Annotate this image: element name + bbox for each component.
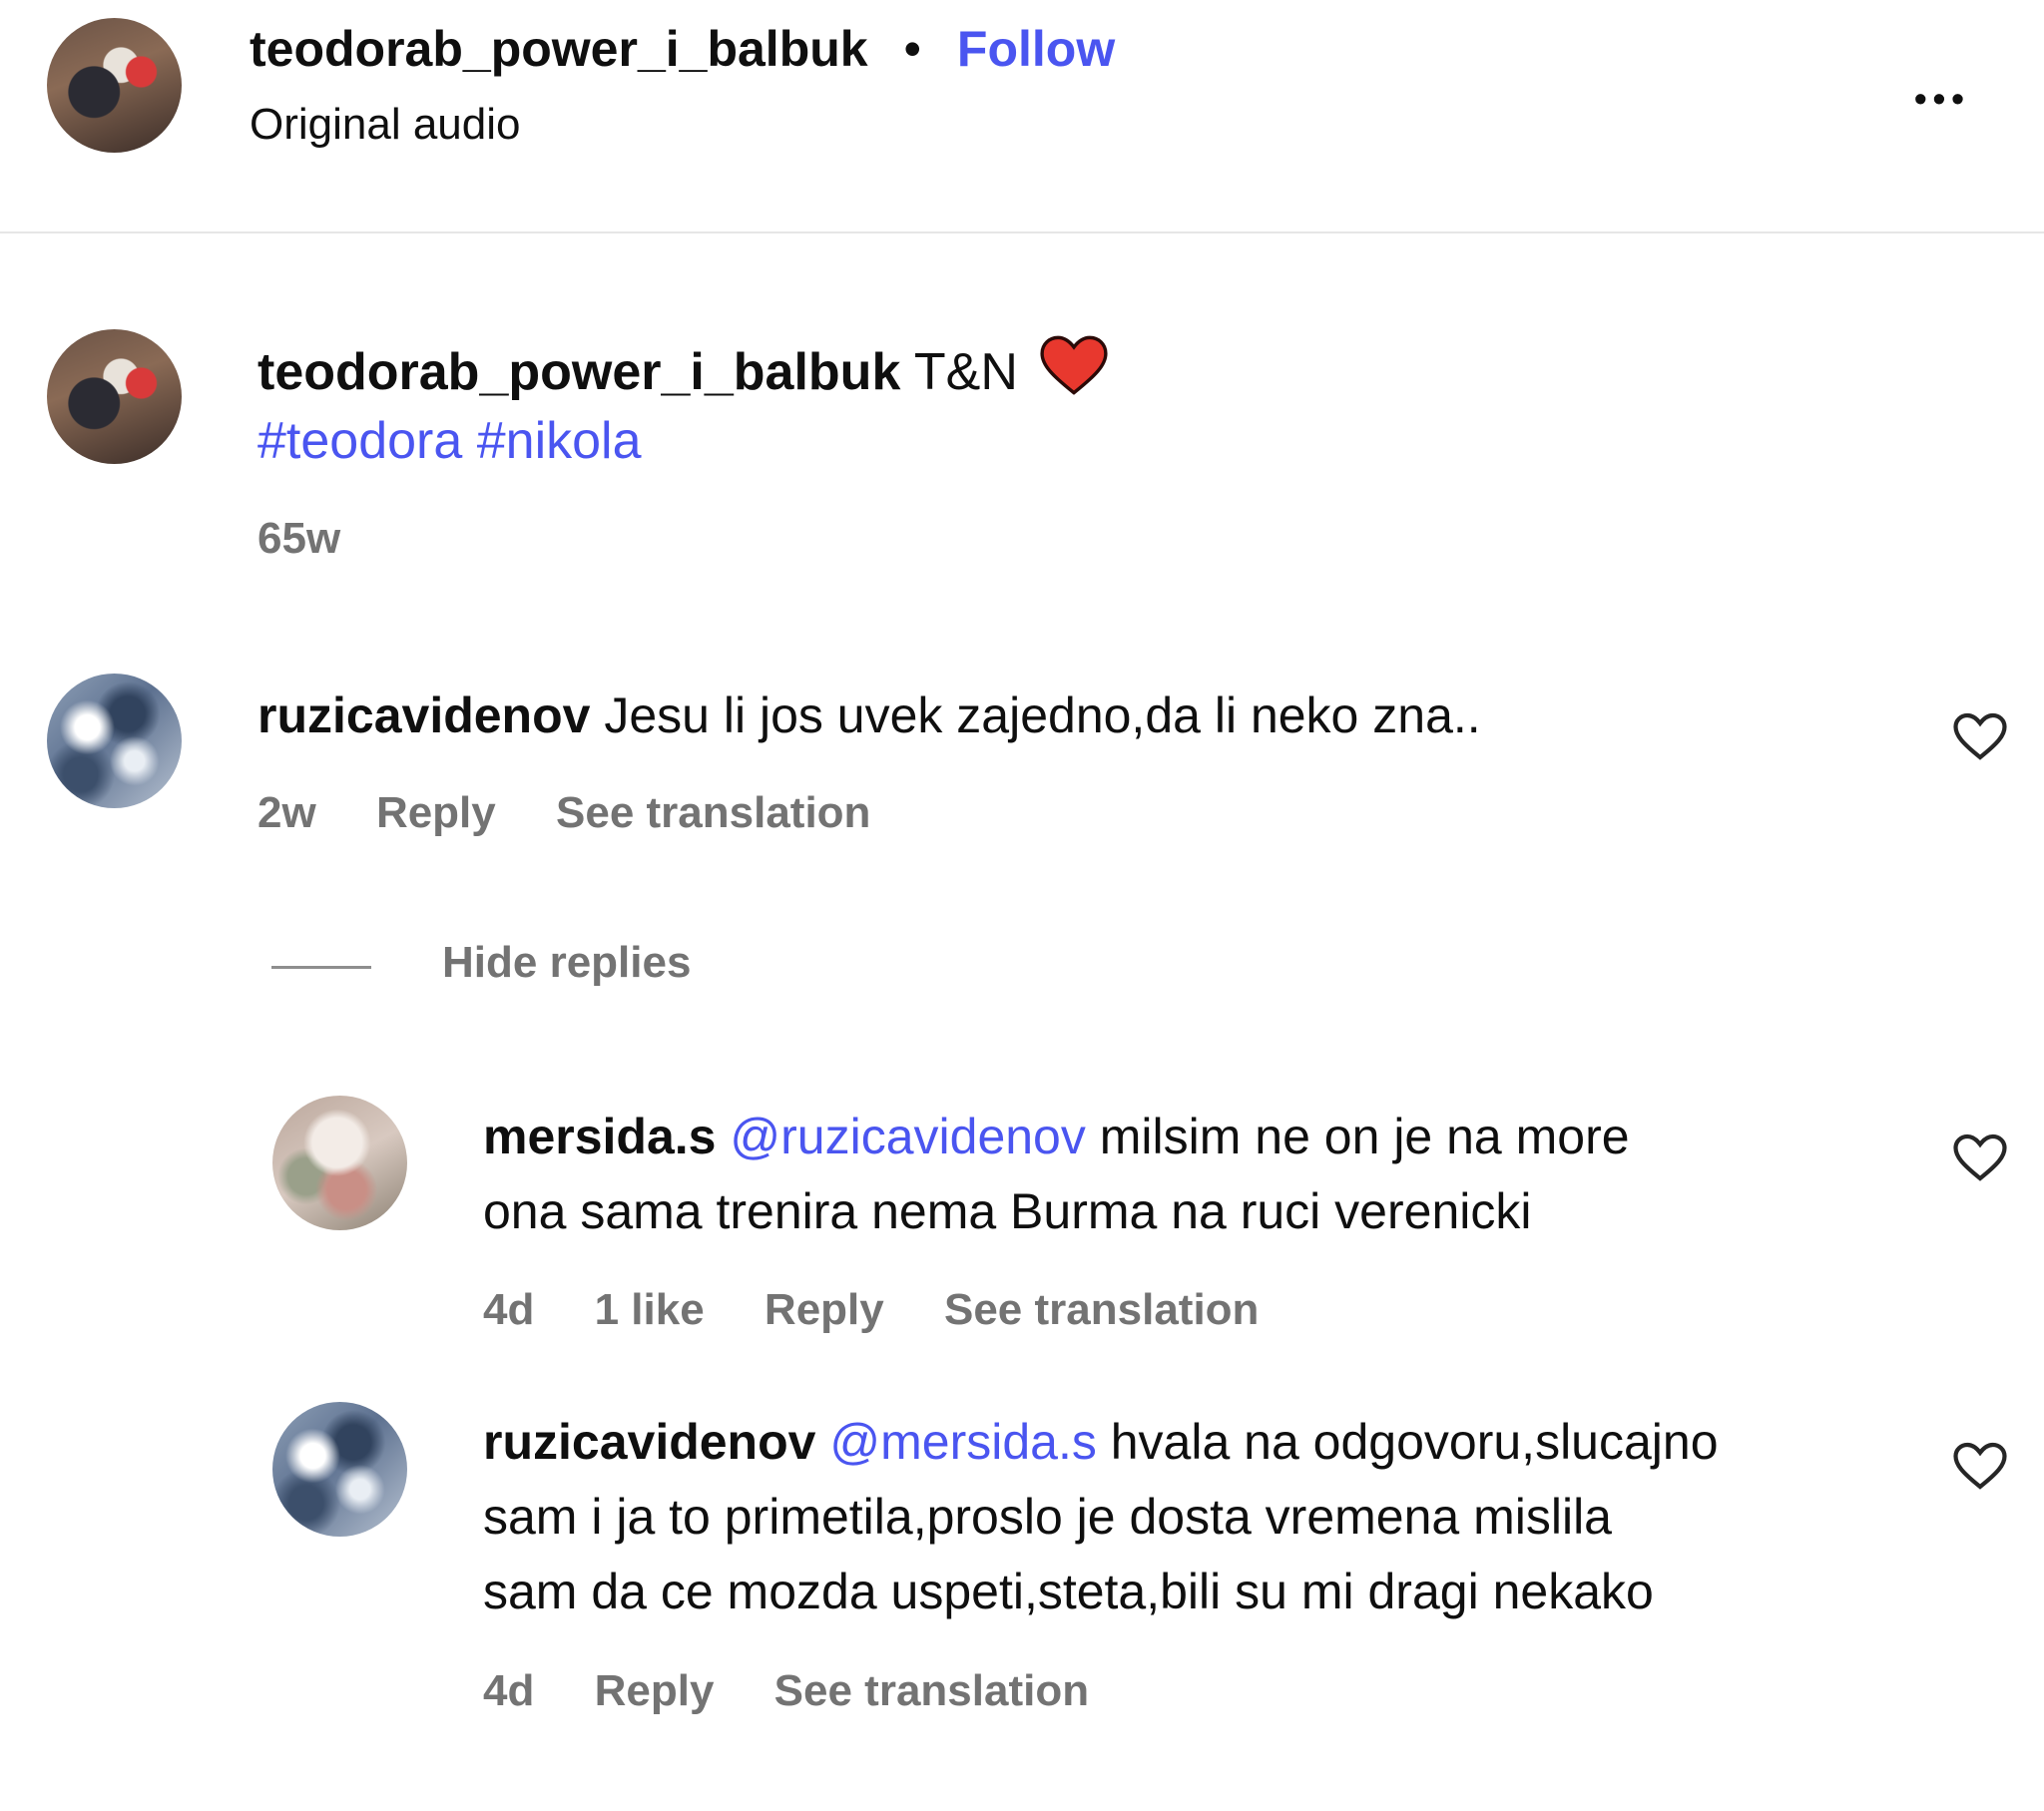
replies-line bbox=[271, 966, 371, 969]
reply-body: ruzicavidenov @mersida.s hvala na odgovo… bbox=[483, 1405, 1719, 1629]
reply-time: 4d bbox=[483, 1285, 535, 1334]
reply-button[interactable]: Reply bbox=[765, 1285, 884, 1335]
see-translation-button[interactable]: See translation bbox=[944, 1285, 1259, 1335]
reply-text: milsim ne on je na more bbox=[1099, 1109, 1630, 1164]
likes-count[interactable]: 1 like bbox=[595, 1285, 705, 1335]
caption-hashtags[interactable]: #teodora #nikola bbox=[257, 411, 642, 471]
comment-meta: 2w Reply See translation bbox=[257, 788, 918, 838]
owner-username[interactable]: teodorab_power_i_balbuk bbox=[250, 21, 868, 77]
like-heart-icon[interactable] bbox=[1952, 1132, 2008, 1182]
reply-text: hvala na odgovoru,slucajno bbox=[1110, 1414, 1719, 1470]
comment-username[interactable]: ruzicavidenov bbox=[257, 687, 590, 743]
reply-mention[interactable]: @ruzicavidenov bbox=[730, 1109, 1085, 1164]
reply-avatar[interactable] bbox=[272, 1096, 407, 1230]
comment-text: Jesu li jos uvek zajedno,da li neko zna.… bbox=[604, 687, 1481, 743]
like-heart-icon[interactable] bbox=[1952, 1441, 2008, 1491]
more-options-button[interactable]: ••• bbox=[1914, 78, 1970, 120]
reply-avatar[interactable] bbox=[272, 1402, 407, 1537]
reply-button[interactable]: Reply bbox=[376, 788, 496, 838]
reply-username[interactable]: mersida.s bbox=[483, 1109, 716, 1164]
commenter-avatar[interactable] bbox=[47, 674, 182, 808]
comment-line: ruzicavidenov Jesu li jos uvek zajedno,d… bbox=[257, 679, 1481, 753]
caption-avatar[interactable] bbox=[47, 329, 182, 464]
owner-avatar[interactable] bbox=[47, 18, 182, 153]
post-comments-panel: teodorab_power_i_balbuk • Follow Origina… bbox=[0, 0, 2044, 1811]
red-heart-emoji-icon bbox=[1040, 335, 1108, 395]
hide-replies-button[interactable]: Hide replies bbox=[442, 938, 691, 988]
reply-meta: 4d Reply See translation bbox=[483, 1666, 1137, 1716]
separator-dot: • bbox=[903, 21, 922, 77]
reply-body: mersida.s @ruzicavidenov milsim ne on je… bbox=[483, 1100, 1630, 1249]
reply-username[interactable]: ruzicavidenov bbox=[483, 1414, 815, 1470]
reply-meta: 4d 1 like Reply See translation bbox=[483, 1285, 1306, 1335]
reply-text: ona sama trenira nema Burma na ruci vere… bbox=[483, 1183, 1532, 1239]
caption-text: T&N bbox=[913, 343, 1018, 401]
reply-mention[interactable]: @mersida.s bbox=[829, 1414, 1096, 1470]
see-translation-button[interactable]: See translation bbox=[774, 1666, 1089, 1716]
reply-button[interactable]: Reply bbox=[595, 1666, 715, 1716]
see-translation-button[interactable]: See translation bbox=[556, 788, 870, 838]
audio-label[interactable]: Original audio bbox=[250, 100, 521, 150]
reply-time: 4d bbox=[483, 1666, 535, 1715]
header-line: teodorab_power_i_balbuk • Follow bbox=[250, 12, 1115, 87]
comment-time: 2w bbox=[257, 788, 316, 837]
caption-time: 65w bbox=[257, 514, 341, 563]
caption-line: teodorab_power_i_balbuk T&N bbox=[257, 335, 1108, 410]
follow-button[interactable]: Follow bbox=[957, 21, 1115, 77]
reply-text: sam da ce mozda uspeti,steta,bili su mi … bbox=[483, 1564, 1654, 1619]
header-divider bbox=[0, 231, 2044, 233]
caption-username[interactable]: teodorab_power_i_balbuk bbox=[257, 343, 900, 401]
like-heart-icon[interactable] bbox=[1952, 711, 2008, 761]
reply-text: sam i ja to primetila,proslo je dosta vr… bbox=[483, 1489, 1612, 1545]
